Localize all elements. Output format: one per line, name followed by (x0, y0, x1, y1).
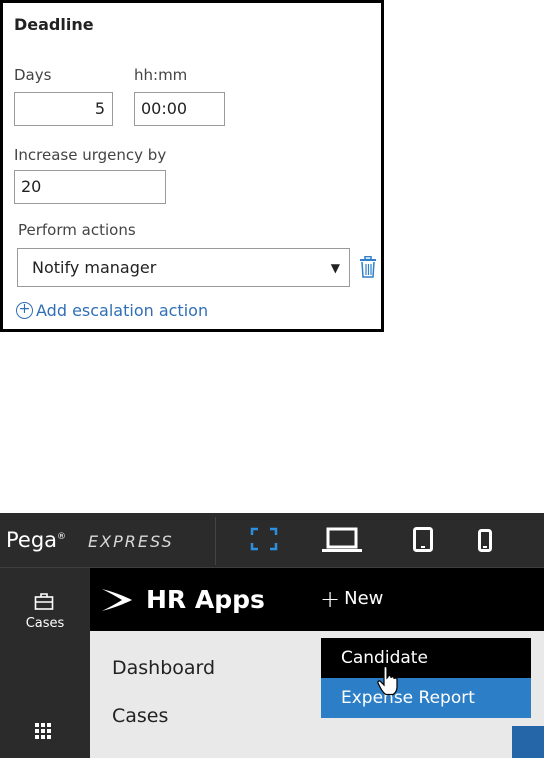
menu-item-cases[interactable]: Cases (112, 705, 168, 727)
menu-item-dashboard[interactable]: Dashboard (112, 657, 215, 679)
deadline-panel: Deadline Days hh:mm 5 00:00 Increase urg… (0, 0, 384, 332)
nav-cases-label[interactable]: Cases (0, 616, 90, 631)
caret-down-icon: ▼ (330, 261, 340, 275)
add-escalation-action-link[interactable]: + Add escalation action (16, 299, 208, 321)
urgency-input[interactable]: 20 (14, 170, 166, 204)
hhmm-input[interactable]: 00:00 (134, 92, 225, 126)
left-nav: Cases (0, 568, 90, 758)
plus-icon: + (320, 584, 341, 613)
product-name: EXPRESS (88, 532, 174, 551)
urgency-label: Increase urgency by (14, 146, 167, 164)
fullscreen-icon[interactable] (250, 527, 278, 551)
divider (215, 517, 216, 565)
new-button[interactable]: + New (320, 584, 384, 613)
app-title: HR Apps (146, 585, 265, 614)
briefcase-icon[interactable] (34, 592, 54, 610)
phone-icon[interactable] (478, 529, 492, 553)
new-dropdown-menu: Candidate Expense Report (321, 638, 531, 718)
app-grid-icon[interactable] (35, 723, 51, 739)
laptop-icon[interactable] (322, 527, 362, 553)
perform-actions-label: Perform actions (18, 221, 136, 239)
add-circle-icon: + (16, 301, 33, 319)
add-escalation-action-label: Add escalation action (36, 300, 209, 320)
deadline-title: Deadline (14, 15, 94, 34)
days-input[interactable]: 5 (14, 92, 113, 126)
action-select[interactable]: Notify manager ▼ (17, 248, 350, 287)
menu-item-expense-report[interactable]: Expense Report (321, 678, 531, 718)
tablet-icon[interactable] (413, 527, 433, 553)
days-label: Days (14, 66, 52, 84)
app-header: HR Apps + New (90, 568, 544, 631)
pega-express-panel: Pega® EXPRESS Cases HR Apps + New Dashbo… (0, 513, 544, 758)
pega-app-logo-icon (101, 589, 132, 611)
top-bar: Pega® EXPRESS (0, 513, 544, 568)
content-accent-block (512, 726, 544, 758)
hand-cursor-icon (377, 666, 398, 696)
hhmm-label: hh:mm (134, 66, 188, 84)
trash-icon[interactable] (359, 256, 377, 278)
new-button-label: New (344, 588, 384, 609)
action-select-value: Notify manager (32, 258, 157, 277)
pega-logo: Pega® (6, 528, 67, 552)
menu-item-candidate[interactable]: Candidate (321, 638, 531, 678)
